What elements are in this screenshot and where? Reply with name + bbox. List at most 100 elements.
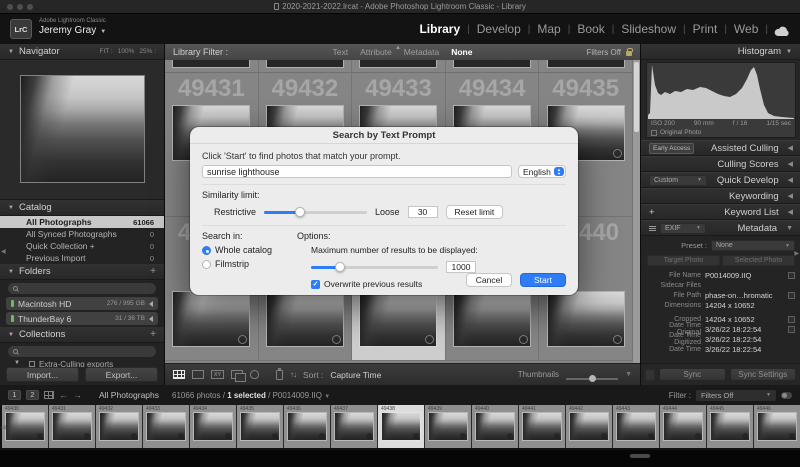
metadata-field-value[interactable]: 14204 x 10652 bbox=[705, 301, 788, 310]
filmstrip-filter-dropdown[interactable]: Filters Off ▼ bbox=[696, 389, 776, 401]
catalog-item[interactable]: All Synced Photographs 0 bbox=[0, 228, 164, 240]
filter-tab[interactable]: Attribute bbox=[360, 47, 392, 57]
filmstrip-cell[interactable]: 49441 bbox=[519, 405, 566, 448]
max-results-slider[interactable] bbox=[311, 261, 438, 272]
module-tab[interactable]: Book | bbox=[570, 22, 614, 36]
folders-search-input[interactable] bbox=[8, 283, 156, 294]
auto-sync-toggle[interactable] bbox=[645, 368, 655, 381]
navigator-preview[interactable] bbox=[0, 60, 164, 200]
filmstrip-cell[interactable]: 49435 bbox=[237, 405, 284, 448]
original-photo-checkbox[interactable] bbox=[651, 129, 657, 136]
grid-cell-partial[interactable] bbox=[446, 60, 540, 72]
filter-tab[interactable]: Metadata bbox=[404, 47, 439, 57]
photo-thumbnail[interactable] bbox=[547, 292, 624, 346]
filmstrip-thumbnail[interactable] bbox=[664, 413, 702, 440]
filmstrip-cell[interactable]: 49434 bbox=[190, 405, 237, 448]
badge-icon[interactable] bbox=[331, 335, 341, 344]
photo-thumbnail[interactable] bbox=[454, 292, 531, 346]
metadata-field-value[interactable]: 14204 x 10652 bbox=[705, 315, 788, 324]
filmstrip-thumbnail[interactable] bbox=[617, 413, 655, 440]
filmstrip-cell[interactable]: 49443 bbox=[613, 405, 660, 448]
overwrite-checkbox[interactable]: ✓ bbox=[311, 279, 320, 289]
metadata-action-icon[interactable] bbox=[649, 225, 656, 231]
filmstrip-thumbnail[interactable] bbox=[194, 413, 232, 440]
sort-value-dropdown[interactable]: Capture Time bbox=[330, 370, 381, 380]
filmstrip-thumbnail[interactable] bbox=[53, 413, 91, 440]
filmstrip-cell[interactable]: 49439 bbox=[425, 405, 472, 448]
compare-view-icon[interactable]: XY bbox=[211, 370, 224, 379]
similarity-slider[interactable] bbox=[264, 206, 368, 217]
navigator-preview-image[interactable] bbox=[21, 76, 144, 182]
filmstrip-source-label[interactable]: All Photographs bbox=[99, 390, 159, 400]
photo-thumbnail[interactable] bbox=[266, 292, 343, 346]
filmstrip-cell[interactable]: 49442 bbox=[566, 405, 613, 448]
survey-view-icon[interactable] bbox=[231, 370, 246, 382]
selected-photo-tab[interactable]: Selected Photo bbox=[722, 255, 795, 266]
similarity-slider-knob[interactable] bbox=[294, 206, 305, 217]
user-name-dropdown[interactable]: Jeremy Gray ▼ bbox=[39, 25, 106, 36]
collections-header[interactable]: ▼ Collections + bbox=[0, 327, 164, 343]
filmstrip-cell[interactable]: 49438 bbox=[378, 405, 425, 448]
import-button[interactable]: Import... bbox=[6, 367, 79, 382]
filmstrip-radio[interactable] bbox=[202, 259, 211, 269]
grid-cell-partial[interactable] bbox=[352, 60, 446, 72]
second-window-button[interactable]: 2 bbox=[26, 390, 39, 400]
filmstrip-cell[interactable]: 49446 bbox=[754, 405, 800, 448]
max-results-input[interactable]: 1000 bbox=[446, 261, 476, 273]
reset-limit-button[interactable]: Reset limit bbox=[445, 205, 504, 219]
grid-cell-partial[interactable] bbox=[165, 60, 259, 72]
quick-develop-section[interactable]: Custom ▼ Quick Develop ◀ bbox=[641, 172, 800, 188]
eject-icon[interactable] bbox=[149, 315, 153, 322]
filmstrip-cell[interactable]: 49432 bbox=[96, 405, 143, 448]
sync-button[interactable]: Sync bbox=[659, 368, 726, 381]
metadata-action-button[interactable] bbox=[788, 325, 795, 333]
keywording-section[interactable]: Keywording ◀ bbox=[641, 188, 800, 204]
export-button[interactable]: Export... bbox=[85, 367, 158, 382]
metadata-field-value[interactable]: 3/26/22 18:22:54 bbox=[705, 325, 788, 334]
add-keyword-button[interactable]: + bbox=[649, 207, 655, 218]
selection-info[interactable]: 61066 photos / 1 selected / P0014009.IIQ… bbox=[172, 391, 330, 400]
grid-scrollbar[interactable] bbox=[633, 60, 640, 363]
filmstrip-scroll-left-icon[interactable]: ◀ bbox=[1, 424, 6, 431]
right-panel-collapse-icon[interactable]: ▶ bbox=[794, 250, 799, 257]
eject-icon[interactable] bbox=[149, 300, 153, 307]
whole-catalog-radio[interactable] bbox=[202, 245, 211, 255]
identity-plate[interactable]: Adobe Lightroom Classic Jeremy Gray ▼ bbox=[39, 18, 106, 36]
thumbnail-size-knob[interactable] bbox=[589, 374, 597, 382]
close-button[interactable] bbox=[7, 3, 13, 10]
target-photo-tab[interactable]: Target Photo bbox=[647, 255, 720, 266]
filmstrip-cell[interactable]: 49437 bbox=[331, 405, 378, 448]
max-results-slider-knob[interactable] bbox=[335, 261, 346, 272]
preset-dropdown[interactable]: None ▼ bbox=[711, 240, 795, 251]
loupe-view-icon[interactable] bbox=[192, 370, 204, 379]
sync-settings-button[interactable]: Sync Settings bbox=[729, 368, 796, 381]
module-tab[interactable]: Web | bbox=[727, 22, 768, 36]
top-panel-collapse-icon[interactable]: ▲ bbox=[395, 45, 401, 51]
quick-develop-preset-dropdown[interactable]: Custom ▼ bbox=[649, 174, 707, 186]
filmstrip-scrollbar-thumb[interactable] bbox=[630, 454, 650, 458]
module-tab[interactable]: Slideshow | bbox=[614, 22, 685, 36]
filmstrip-thumbnail[interactable] bbox=[6, 413, 44, 440]
add-folder-button[interactable]: + bbox=[150, 266, 156, 277]
toolbar-caret-icon[interactable]: ▼ bbox=[625, 371, 632, 378]
metadata-section-header[interactable]: EXIF ▼ Metadata ▼ bbox=[641, 220, 800, 236]
culling-scores-section[interactable]: Culling Scores ◀ bbox=[641, 156, 800, 172]
grid-scrollbar-thumb[interactable] bbox=[634, 62, 639, 132]
grid-view-icon[interactable] bbox=[173, 370, 185, 379]
badge-icon[interactable] bbox=[519, 335, 529, 344]
go-forward-arrow-icon[interactable]: → bbox=[73, 390, 82, 400]
minimize-button[interactable] bbox=[17, 3, 23, 10]
filmstrip-cell[interactable]: 49444 bbox=[660, 405, 707, 448]
thumbnail-size-slider[interactable] bbox=[566, 374, 619, 382]
filter-switch[interactable] bbox=[781, 391, 792, 399]
filmstrip-thumbnail[interactable] bbox=[288, 413, 326, 440]
filmstrip-thumbnail[interactable] bbox=[147, 413, 185, 440]
maximize-button[interactable] bbox=[27, 3, 33, 10]
photo-thumbnail[interactable] bbox=[360, 292, 437, 346]
metadata-field-value[interactable]: phase-on…hromatic bbox=[705, 291, 788, 300]
start-button[interactable]: Start bbox=[520, 273, 566, 287]
filter-tab[interactable]: Text bbox=[333, 47, 349, 57]
filmstrip-scrollbar[interactable] bbox=[0, 450, 800, 467]
module-tab[interactable]: Library | bbox=[412, 22, 469, 36]
folder-volume-row[interactable]: ThunderBay 6 31 / 36 TB bbox=[6, 312, 158, 325]
